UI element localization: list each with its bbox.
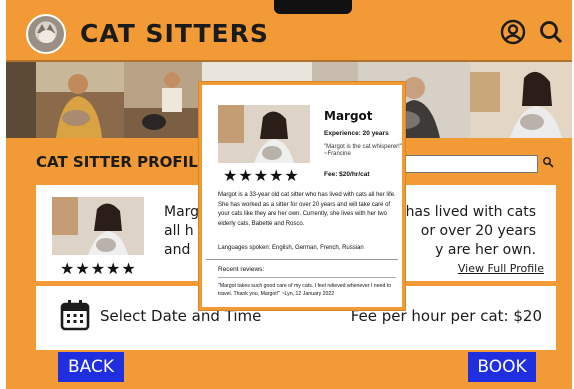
page-title: CAT SITTER PROFIL	[36, 153, 198, 171]
account-circle-icon[interactable]	[500, 19, 526, 45]
testimonial-quote: "Margot is the cat whisperer!" ~Francine	[324, 144, 402, 157]
camera-notch	[274, 0, 352, 14]
experience-text: Experience: 20 years	[324, 130, 389, 137]
bio-line: y are her own.	[435, 242, 536, 258]
sitter-name: Marg	[164, 204, 200, 220]
calendar-icon[interactable]	[60, 299, 90, 331]
sitter-bio: Margot is a 33-year old cat sitter who h…	[218, 192, 396, 227]
sitter-profile-popup: Margot Experience: 20 years "Margot is t…	[199, 82, 405, 310]
book-button[interactable]: BOOK	[468, 352, 536, 382]
view-full-profile-link[interactable]: View Full Profile	[458, 262, 544, 275]
bio-line: and	[164, 242, 191, 258]
search-icon[interactable]	[538, 19, 564, 45]
banner-photo	[6, 62, 124, 138]
sitter-photo	[52, 197, 144, 255]
search-icon[interactable]	[542, 156, 554, 168]
fee-text: Fee: $20/hr/cat	[324, 171, 370, 178]
divider	[206, 259, 398, 260]
back-button[interactable]: BACK	[58, 352, 124, 382]
bio-line: all h	[164, 223, 194, 239]
divider	[218, 277, 396, 278]
sitter-name: Margot	[324, 109, 373, 123]
reviews-title: Recent reviews:	[218, 266, 265, 273]
bio-line: has lived with cats	[405, 204, 536, 220]
rating-stars: ★★★★★	[223, 168, 300, 185]
app-title: CAT SITTERS	[80, 19, 269, 48]
languages-text: Languages spoken: English, German, Frenc…	[218, 245, 364, 251]
cat-logo-icon[interactable]	[26, 14, 66, 54]
review-text: "Margot takes such good care of my cats.…	[218, 283, 392, 297]
search-input[interactable]	[398, 155, 538, 173]
app-frame: CAT SITTERS CAT SITTER PROFIL ★★★★★ Marg…	[6, 0, 572, 389]
banner-photo	[470, 62, 572, 138]
bio-line: or over 20 years	[420, 223, 536, 239]
banner-photo	[124, 62, 202, 138]
rating-stars: ★★★★★	[60, 261, 137, 278]
sitter-photo	[218, 105, 310, 163]
